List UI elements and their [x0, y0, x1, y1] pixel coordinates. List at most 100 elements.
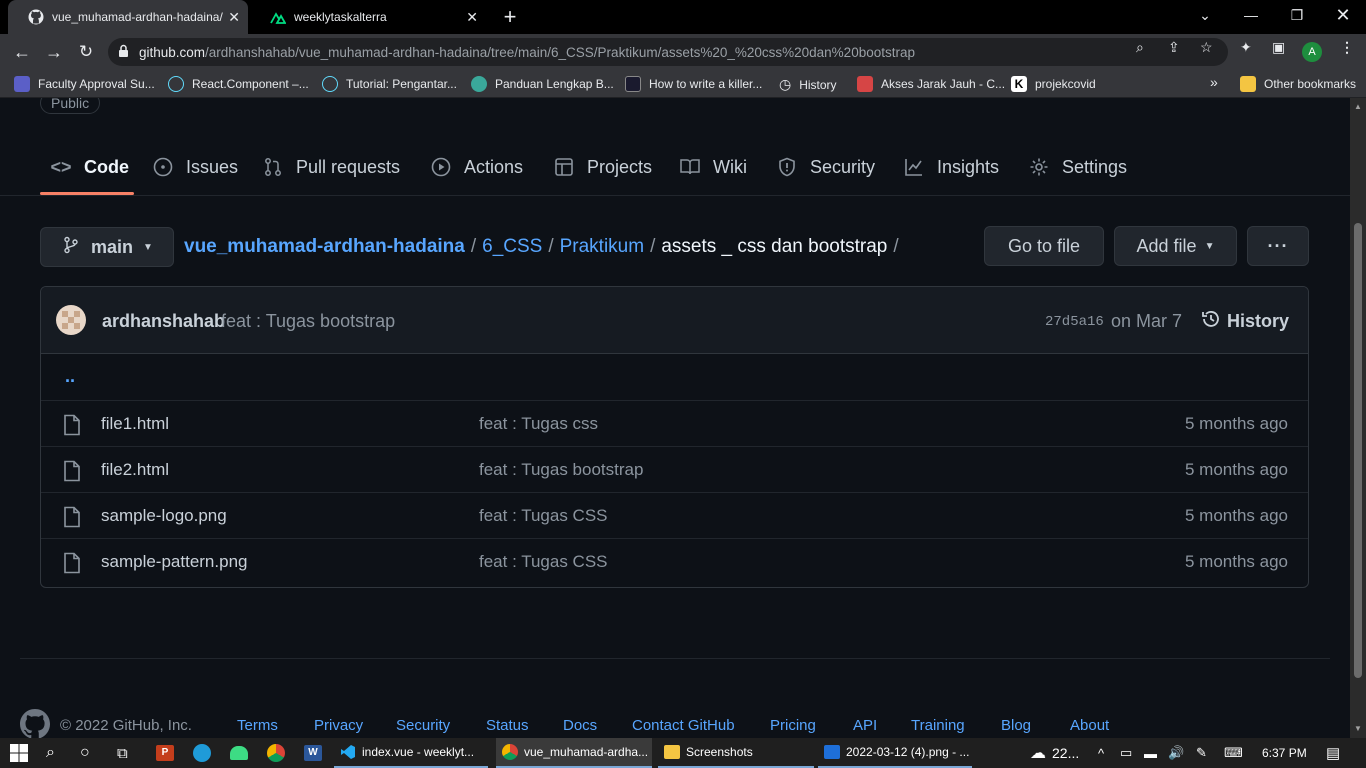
tab-pull-requests[interactable]: Pull requests — [262, 156, 400, 178]
add-file-button[interactable]: Add file ▼ — [1114, 226, 1237, 266]
footer-link-api[interactable]: API — [853, 717, 877, 734]
search-icon[interactable]: ⌕ — [46, 738, 55, 768]
edge-icon[interactable] — [193, 738, 211, 768]
tab-settings[interactable]: Settings — [1028, 156, 1127, 178]
file-name[interactable]: file2.html — [101, 460, 169, 480]
bookmark-star-icon[interactable]: ☆ — [1200, 39, 1213, 56]
footer-link-pricing[interactable]: Pricing — [770, 717, 816, 734]
tab-security[interactable]: Security — [776, 156, 875, 178]
taskbar-app-photos[interactable]: 2022-03-12 (4).png - ... — [818, 738, 972, 768]
weather-widget[interactable]: ☁ 22... — [1030, 738, 1079, 768]
pen-icon[interactable]: ✎ — [1196, 738, 1207, 768]
footer-link-about[interactable]: About — [1070, 717, 1109, 734]
android-studio-icon[interactable] — [230, 738, 248, 768]
extensions-icon[interactable]: ✦ — [1240, 39, 1252, 56]
back-button[interactable]: ← — [9, 39, 35, 65]
browser-tab[interactable]: weeklytaskalterra ✕ — [250, 0, 486, 34]
table-row[interactable]: file1.html feat : Tugas css 5 months ago — [41, 400, 1308, 446]
scrollbar-thumb[interactable] — [1354, 223, 1362, 678]
share-icon[interactable]: ⇪ — [1168, 39, 1180, 56]
tab-actions[interactable]: Actions — [430, 156, 523, 178]
breadcrumb-dir-link[interactable]: 6_CSS — [482, 236, 542, 258]
restore-button[interactable]: ❐ — [1274, 0, 1320, 30]
volume-icon[interactable]: 🔊 — [1168, 738, 1184, 768]
close-tab-icon[interactable]: ✕ — [466, 9, 478, 26]
bookmark-item[interactable]: Panduan Lengkap B... — [471, 76, 614, 92]
forward-button[interactable]: → — [41, 39, 67, 65]
file-commit-message[interactable]: feat : Tugas CSS — [479, 506, 608, 526]
windows-start-icon[interactable] — [10, 738, 28, 768]
profile-avatar[interactable]: A — [1302, 42, 1322, 62]
reload-button[interactable]: ↻ — [73, 39, 99, 65]
file-commit-message[interactable]: feat : Tugas css — [479, 414, 598, 434]
bookmark-item[interactable]: Kprojekcovid — [1011, 76, 1096, 92]
keyboard-icon[interactable]: ⌨ — [1224, 738, 1243, 768]
parent-dir-link[interactable]: .. — [65, 366, 75, 387]
footer-link-contact[interactable]: Contact GitHub — [632, 717, 735, 734]
new-tab-button[interactable]: + — [498, 4, 522, 29]
taskbar-app-explorer[interactable]: Screenshots — [658, 738, 814, 768]
close-tab-icon[interactable]: ✕ — [228, 9, 240, 26]
side-panel-icon[interactable]: ▣ — [1272, 39, 1285, 56]
powerpoint-icon[interactable]: P — [156, 738, 174, 768]
footer-link-privacy[interactable]: Privacy — [314, 717, 363, 734]
battery-icon[interactable]: ▬ — [1144, 738, 1157, 768]
zoom-icon[interactable]: ⌕ — [1136, 39, 1144, 56]
parent-dir-row[interactable]: .. — [41, 354, 1308, 400]
commit-author[interactable]: ardhanshahab — [102, 311, 225, 332]
tab-insights[interactable]: Insights — [903, 156, 999, 178]
github-logo-icon[interactable] — [20, 709, 51, 738]
bookmark-item[interactable]: Faculty Approval Su... — [14, 76, 155, 92]
browser-tab-active[interactable]: vue_muhamad-ardhan-hadaina/ ✕ — [8, 0, 248, 34]
page-scrollbar[interactable]: ▲ ▼ — [1350, 98, 1366, 738]
footer-link-terms[interactable]: Terms — [237, 717, 278, 734]
file-name[interactable]: sample-pattern.png — [101, 552, 247, 572]
tab-code[interactable]: <> Code — [50, 156, 129, 178]
meet-now-icon[interactable]: ▭ — [1120, 738, 1132, 768]
branch-select-button[interactable]: main ▼ — [40, 227, 174, 267]
table-row[interactable]: file2.html feat : Tugas bootstrap 5 mont… — [41, 446, 1308, 492]
minimize-button[interactable]: — — [1228, 0, 1274, 30]
address-bar[interactable]: github.com/ardhanshahab/vue_muhamad-ardh… — [108, 38, 1228, 66]
tab-issues[interactable]: Issues — [152, 156, 238, 178]
other-bookmarks[interactable]: Other bookmarks — [1240, 76, 1356, 92]
menu-kebab-icon[interactable]: ⋮ — [1340, 39, 1354, 56]
tab-search-icon[interactable]: ⌄ — [1182, 0, 1228, 30]
footer-link-training[interactable]: Training — [911, 717, 965, 734]
breadcrumb-dir-link[interactable]: Praktikum — [560, 236, 644, 258]
tab-wiki[interactable]: Wiki — [679, 156, 747, 178]
clock[interactable]: 6:37 PM — [1262, 738, 1307, 768]
commit-message[interactable]: feat : Tugas bootstrap — [221, 311, 395, 332]
file-name[interactable]: sample-logo.png — [101, 506, 227, 526]
bookmark-item[interactable]: React.Component –... — [168, 76, 309, 92]
scroll-down-icon[interactable]: ▼ — [1354, 724, 1362, 733]
taskbar-app-vscode[interactable]: index.vue - weeklyt... — [334, 738, 488, 768]
table-row[interactable]: sample-pattern.png feat : Tugas CSS 5 mo… — [41, 538, 1308, 584]
bookmarks-overflow-button[interactable]: » — [1210, 74, 1218, 90]
bookmark-item[interactable]: Tutorial: Pengantar... — [322, 76, 457, 92]
breadcrumb-repo-link[interactable]: vue_muhamad-ardhan-hadaina — [184, 236, 465, 258]
table-row[interactable]: sample-logo.png feat : Tugas CSS 5 month… — [41, 492, 1308, 538]
bookmark-item[interactable]: ◷ History — [779, 76, 837, 93]
tab-projects[interactable]: Projects — [553, 156, 652, 178]
file-commit-message[interactable]: feat : Tugas bootstrap — [479, 460, 643, 480]
avatar[interactable] — [56, 305, 86, 335]
bookmark-item[interactable]: How to write a killer... — [625, 76, 762, 92]
scroll-up-icon[interactable]: ▲ — [1354, 102, 1362, 111]
bookmark-item[interactable]: Akses Jarak Jauh - C... — [857, 76, 1005, 92]
chrome-icon[interactable] — [267, 738, 285, 768]
footer-link-docs[interactable]: Docs — [563, 717, 597, 734]
history-link[interactable]: History — [1201, 309, 1289, 334]
commit-sha[interactable]: 27d5a16 — [1045, 314, 1104, 330]
cortana-icon[interactable]: ○ — [80, 738, 90, 768]
taskbar-app-chrome[interactable]: vue_muhamad-ardha... — [496, 738, 652, 768]
go-to-file-button[interactable]: Go to file — [984, 226, 1104, 266]
footer-link-status[interactable]: Status — [486, 717, 529, 734]
file-name[interactable]: file1.html — [101, 414, 169, 434]
close-window-button[interactable]: ✕ — [1320, 0, 1366, 30]
file-commit-message[interactable]: feat : Tugas CSS — [479, 552, 608, 572]
word-icon[interactable]: W — [304, 738, 322, 768]
footer-link-security[interactable]: Security — [396, 717, 450, 734]
notification-icon[interactable]: ▤ — [1326, 738, 1340, 768]
more-options-button[interactable]: ··· — [1247, 226, 1309, 266]
